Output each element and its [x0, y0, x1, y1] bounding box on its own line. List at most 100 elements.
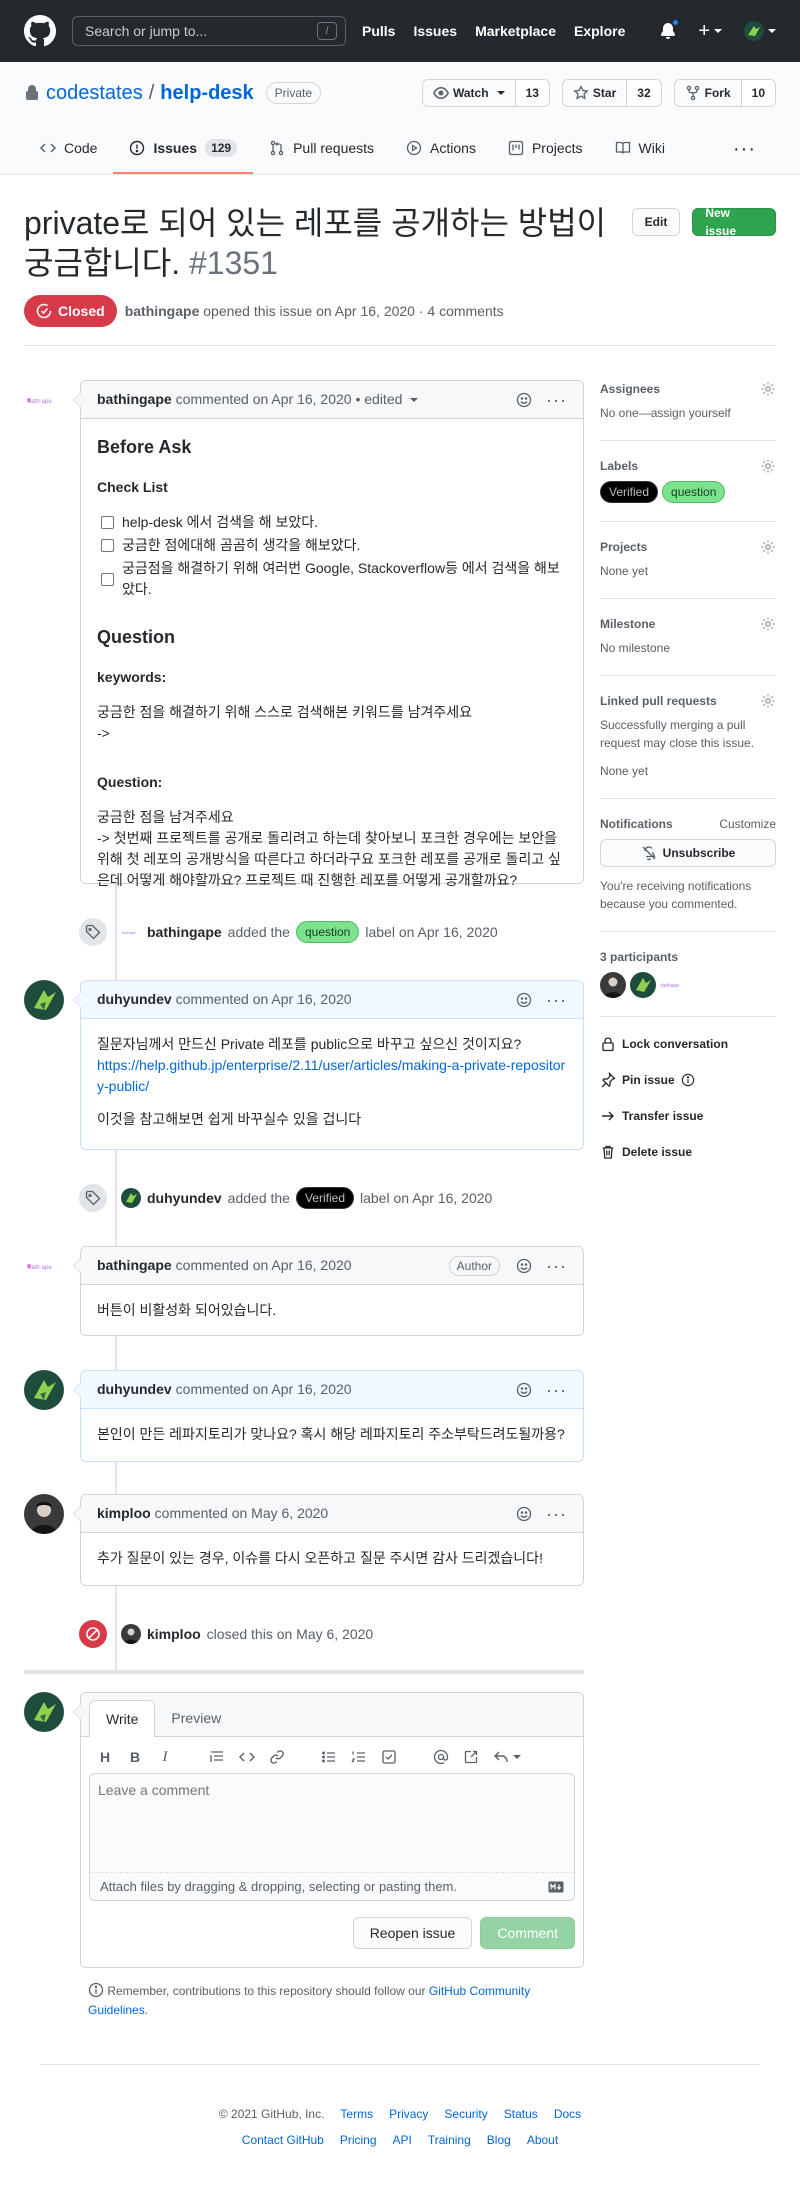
- nav-explore[interactable]: Explore: [574, 21, 625, 42]
- avatar[interactable]: bath·ape: [24, 380, 64, 420]
- comment-meta[interactable]: commented on Apr 16, 2020 • edited: [176, 389, 403, 410]
- repo-owner-link[interactable]: codestates: [46, 78, 143, 108]
- tab-actions[interactable]: Actions: [390, 124, 492, 174]
- watch-button[interactable]: Watch: [423, 80, 516, 106]
- attach-files-bar[interactable]: Attach files by dragging & dropping, sel…: [90, 1872, 574, 1900]
- kebab-icon[interactable]: ···: [546, 1257, 567, 1275]
- fork-count[interactable]: 10: [741, 80, 775, 106]
- nav-marketplace[interactable]: Marketplace: [475, 21, 556, 42]
- comment-meta[interactable]: commented on Apr 16, 2020: [176, 1379, 352, 1400]
- lock-conversation-button[interactable]: Lock conversation: [600, 1035, 776, 1053]
- footer-link-privacy[interactable]: Privacy: [389, 2105, 428, 2123]
- sidebar-label-question[interactable]: question: [662, 481, 726, 503]
- participant-avatar-duhyundev[interactable]: [630, 972, 656, 998]
- sidebar-label-verified[interactable]: Verified: [600, 481, 659, 503]
- kebab-icon[interactable]: ···: [546, 391, 567, 409]
- edit-title-button[interactable]: Edit: [631, 208, 681, 236]
- ordered-list-icon[interactable]: [351, 1749, 367, 1765]
- avatar[interactable]: bathape: [121, 922, 141, 942]
- cross-reference-icon[interactable]: [463, 1749, 479, 1765]
- search-input[interactable]: Search or jump to... /: [72, 16, 346, 46]
- footer-link-training[interactable]: Training: [428, 2131, 471, 2149]
- tab-code[interactable]: Code: [24, 124, 113, 174]
- transfer-issue-button[interactable]: Transfer issue: [600, 1107, 776, 1125]
- footer-link-api[interactable]: API: [393, 2131, 412, 2149]
- avatar[interactable]: bath·ape: [24, 1246, 64, 1286]
- code-icon[interactable]: [239, 1749, 255, 1765]
- repo-name-link[interactable]: help-desk: [160, 78, 253, 108]
- nav-pulls[interactable]: Pulls: [362, 21, 395, 42]
- milestone-heading[interactable]: Milestone: [600, 615, 655, 633]
- gear-icon[interactable]: [760, 458, 776, 474]
- smiley-icon[interactable]: [516, 1506, 532, 1522]
- unsubscribe-button[interactable]: Unsubscribe: [600, 839, 776, 867]
- github-logo-icon[interactable]: [24, 15, 56, 47]
- kebab-icon[interactable]: ···: [546, 991, 567, 1009]
- comment-author-link[interactable]: duhyundev: [97, 989, 172, 1010]
- fork-button[interactable]: Fork: [675, 80, 742, 106]
- gear-icon[interactable]: [760, 693, 776, 709]
- task-checkbox[interactable]: [101, 572, 114, 586]
- nav-issues[interactable]: Issues: [413, 21, 457, 42]
- tab-preview[interactable]: Preview: [155, 1700, 237, 1736]
- new-issue-button[interactable]: New issue: [692, 206, 776, 238]
- label-question[interactable]: question: [295, 921, 360, 943]
- issue-author-link[interactable]: bathingape: [125, 303, 200, 319]
- footer-link-docs[interactable]: Docs: [554, 2105, 581, 2123]
- linked-prs-heading[interactable]: Linked pull requests: [600, 692, 717, 710]
- info-icon[interactable]: [681, 1073, 695, 1087]
- task-checkbox[interactable]: [101, 539, 114, 552]
- projects-heading[interactable]: Projects: [600, 538, 647, 556]
- comment-meta[interactable]: commented on Apr 16, 2020: [176, 989, 352, 1010]
- comment-meta[interactable]: commented on May 6, 2020: [155, 1503, 329, 1524]
- create-new-menu[interactable]: +: [698, 21, 722, 41]
- footer-link-terms[interactable]: Terms: [340, 2105, 373, 2123]
- gear-icon[interactable]: [760, 616, 776, 632]
- comment-textarea[interactable]: [90, 1774, 574, 1872]
- avatar[interactable]: [121, 1188, 141, 1208]
- chevron-down-icon[interactable]: [410, 397, 419, 402]
- comment-author-link[interactable]: bathingape: [97, 1255, 172, 1276]
- star-count[interactable]: 32: [627, 80, 661, 106]
- tab-issues[interactable]: Issues 129: [113, 124, 254, 174]
- footer-link-pricing[interactable]: Pricing: [340, 2131, 377, 2149]
- smiley-icon[interactable]: [516, 1258, 532, 1274]
- kebab-icon[interactable]: ···: [546, 1381, 567, 1399]
- watch-count[interactable]: 13: [515, 80, 549, 106]
- heading-icon[interactable]: H: [97, 1749, 113, 1765]
- footer-link-security[interactable]: Security: [444, 2105, 487, 2123]
- task-list-icon[interactable]: [381, 1749, 397, 1765]
- smiley-icon[interactable]: [516, 992, 532, 1008]
- participant-avatar-kimploo[interactable]: [600, 972, 626, 998]
- link-icon[interactable]: [269, 1749, 285, 1765]
- pin-issue-button[interactable]: Pin issue: [600, 1071, 776, 1089]
- customize-link[interactable]: Customize: [719, 815, 776, 833]
- star-button[interactable]: Star: [563, 80, 628, 106]
- gear-icon[interactable]: [760, 381, 776, 397]
- label-verified[interactable]: Verified: [295, 1187, 354, 1209]
- saved-replies-button[interactable]: [493, 1749, 521, 1765]
- mention-icon[interactable]: [433, 1749, 449, 1765]
- footer-link-status[interactable]: Status: [504, 2105, 538, 2123]
- tab-projects[interactable]: Projects: [492, 124, 599, 174]
- tab-wiki[interactable]: Wiki: [599, 124, 681, 174]
- event-actor-link[interactable]: duhyundev: [147, 1188, 222, 1209]
- kebab-icon[interactable]: ···: [546, 1505, 567, 1523]
- comment-meta[interactable]: commented on Apr 16, 2020: [176, 1255, 352, 1276]
- labels-heading[interactable]: Labels: [600, 457, 638, 475]
- footer-link-about[interactable]: About: [527, 2131, 558, 2149]
- avatar[interactable]: [24, 1494, 64, 1534]
- delete-issue-button[interactable]: Delete issue: [600, 1143, 776, 1161]
- avatar[interactable]: [24, 1370, 64, 1410]
- tab-pull-requests[interactable]: Pull requests: [253, 124, 390, 174]
- smiley-icon[interactable]: [516, 392, 532, 408]
- comment-author-link[interactable]: bathingape: [97, 389, 172, 410]
- smiley-icon[interactable]: [516, 1382, 532, 1398]
- avatar[interactable]: [121, 1624, 141, 1644]
- footer-link-blog[interactable]: Blog: [487, 2131, 511, 2149]
- reopen-issue-button[interactable]: Reopen issue: [352, 1917, 473, 1949]
- user-menu[interactable]: [744, 21, 776, 41]
- comment-author-link[interactable]: kimploo: [97, 1503, 151, 1524]
- comment-submit-button[interactable]: Comment: [480, 1917, 575, 1949]
- italic-icon[interactable]: I: [157, 1749, 173, 1765]
